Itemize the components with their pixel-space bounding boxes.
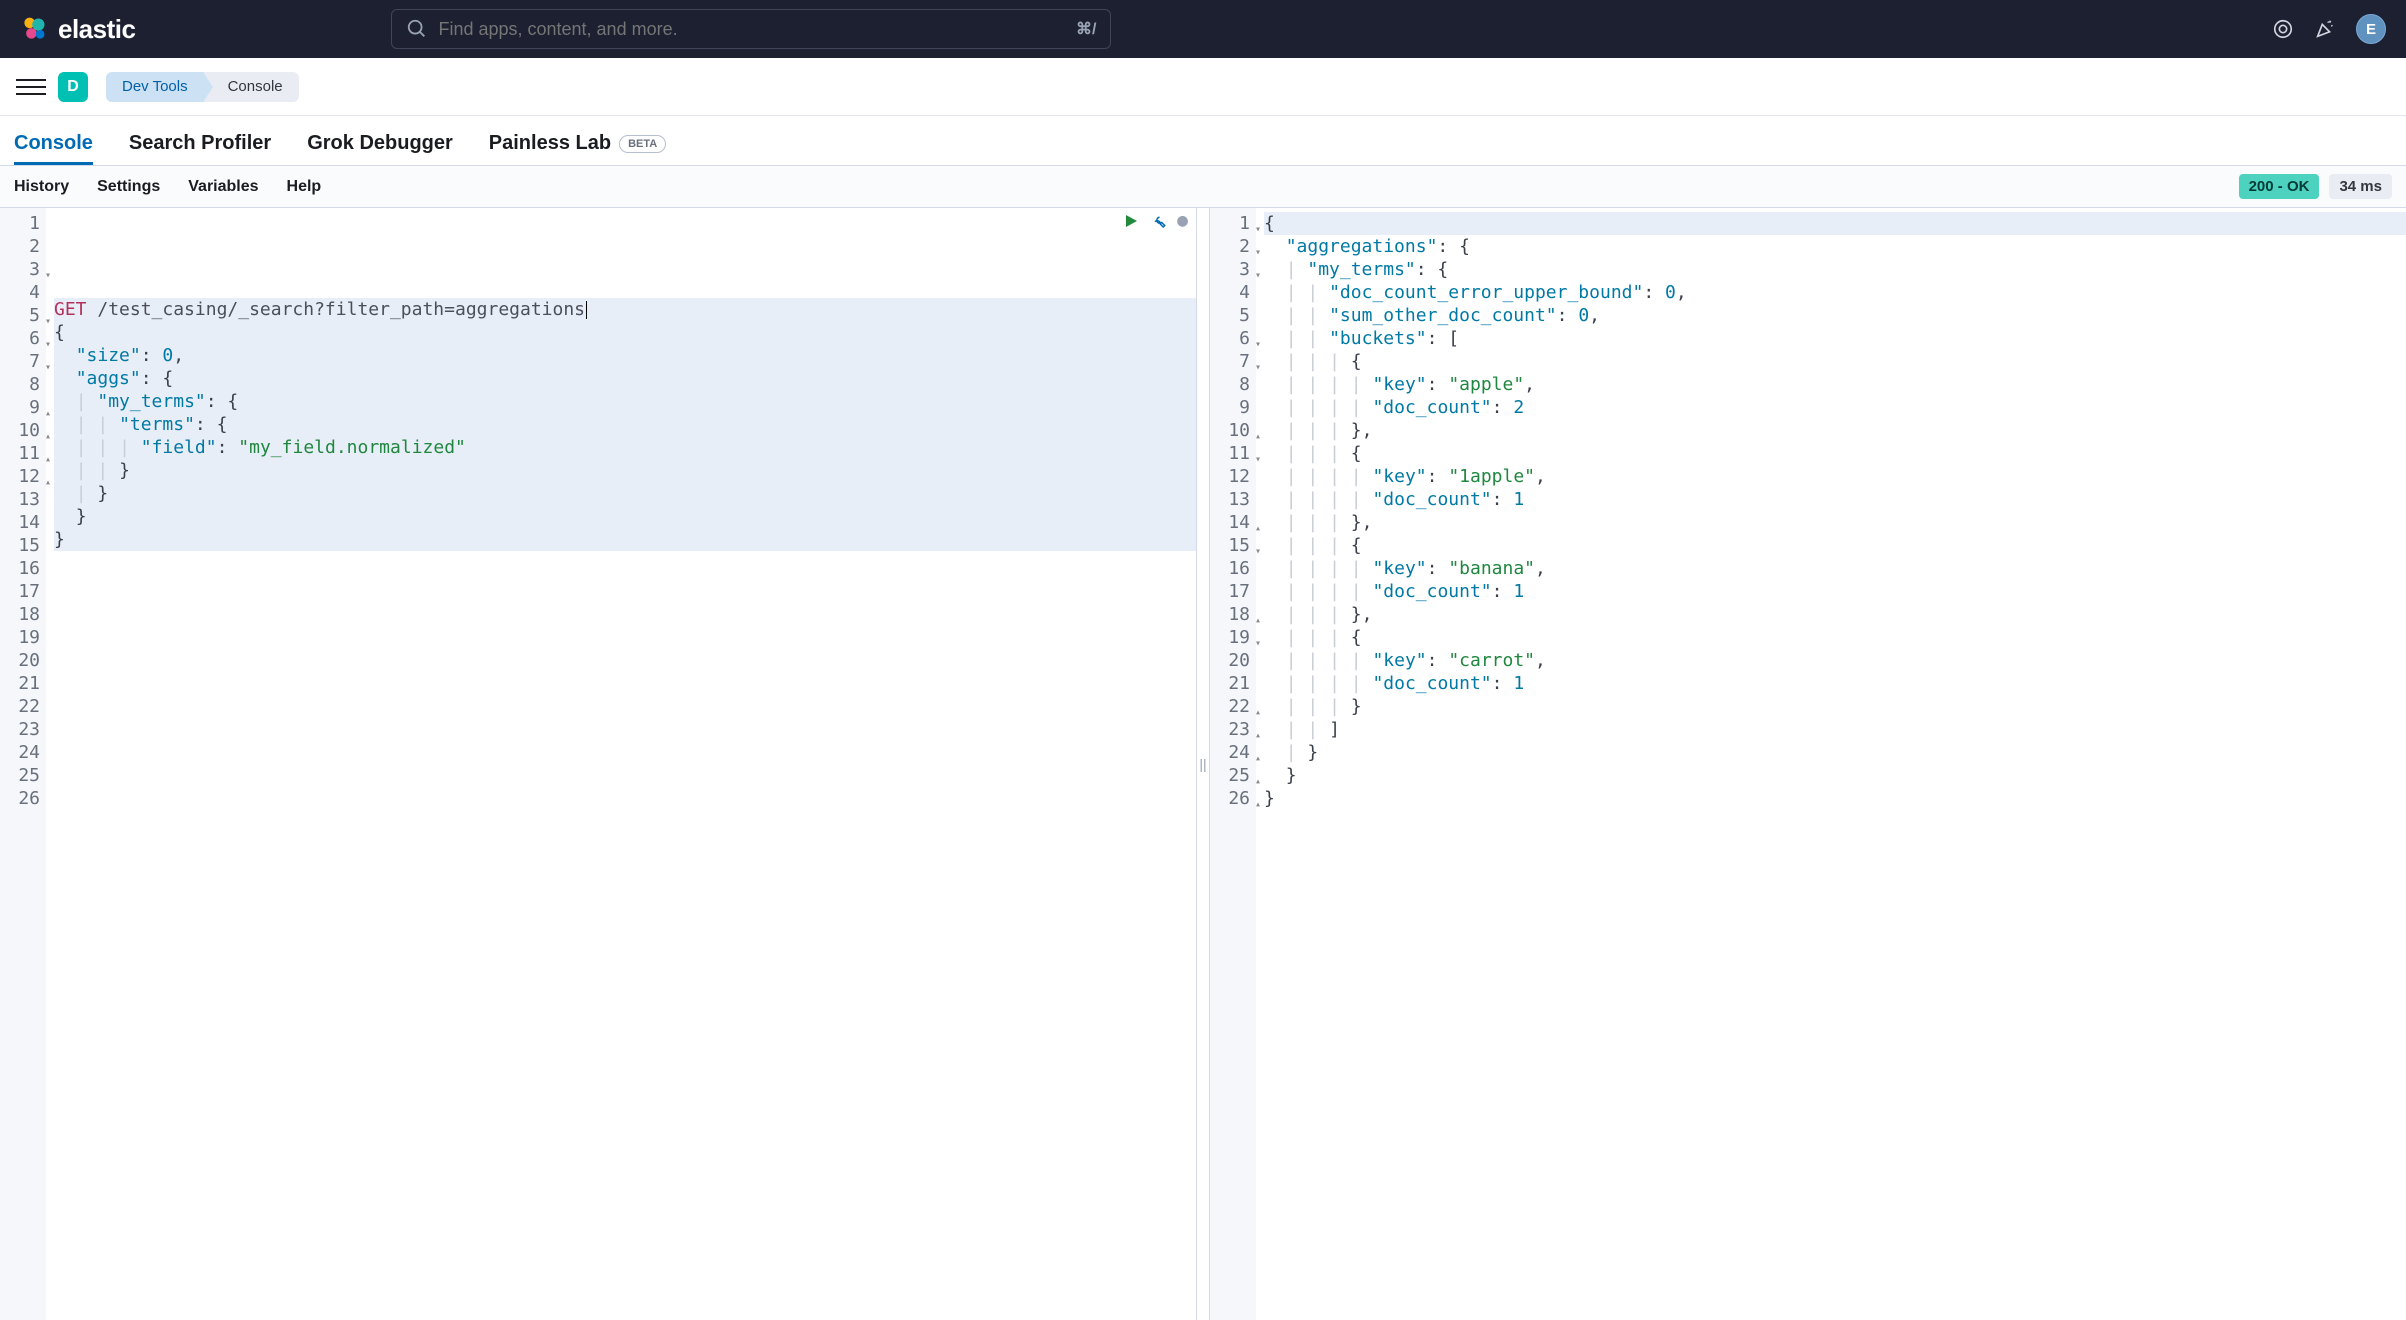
menu-history[interactable]: History	[14, 178, 69, 196]
tab-painless-lab[interactable]: Painless LabBETA	[489, 132, 666, 165]
console-menu: History Settings Variables Help 200 - OK…	[0, 166, 2406, 208]
space-selector[interactable]: D	[58, 72, 88, 102]
search-input[interactable]	[438, 19, 1066, 40]
play-icon[interactable]	[1123, 213, 1139, 229]
request-editor[interactable]: ● GET /test_casing/_search?filter_path=a…	[46, 208, 1196, 1320]
request-actions: ●	[1123, 210, 1188, 231]
tabs: Console Search Profiler Grok Debugger Pa…	[0, 116, 2406, 166]
user-avatar[interactable]: E	[2356, 14, 2386, 44]
tab-search-profiler[interactable]: Search Profiler	[129, 132, 271, 165]
response-viewer[interactable]: { "aggregations": { | "my_terms": { | | …	[1256, 208, 2406, 1320]
tab-grok-debugger[interactable]: Grok Debugger	[307, 132, 453, 165]
newsfeed-icon[interactable]	[2272, 18, 2294, 40]
pane-splitter[interactable]: ||	[1196, 208, 1210, 1320]
header-right: E	[2272, 14, 2386, 44]
menu-variables[interactable]: Variables	[188, 178, 258, 196]
logo[interactable]: elastic	[20, 14, 135, 45]
request-gutter: 123▾45▾6▾7▾89▴10▴11▴12▴13141516171819202…	[0, 208, 46, 1320]
breadcrumb-dev-tools[interactable]: Dev Tools	[106, 72, 204, 102]
breadcrumb-row: D Dev Tools Console	[0, 58, 2406, 116]
breadcrumb: Dev Tools Console	[106, 72, 299, 102]
response-time: 34 ms	[2329, 174, 2392, 199]
celebration-icon[interactable]	[2314, 18, 2336, 40]
nav-toggle-button[interactable]	[16, 72, 46, 102]
collapse-dot-icon[interactable]: ●	[1177, 210, 1188, 231]
search-icon	[406, 18, 428, 40]
response-gutter: 1▾2▾3▾456▾7▾8910▴11▾121314▴15▾161718▴19▾…	[1210, 208, 1256, 1320]
response-status: 200 - OK	[2239, 174, 2320, 199]
request-pane[interactable]: 123▾45▾6▾7▾89▴10▴11▴12▴13141516171819202…	[0, 208, 1196, 1320]
breadcrumb-console[interactable]: Console	[204, 72, 299, 102]
logo-text: elastic	[58, 14, 135, 45]
search-shortcut: ⌘/	[1076, 19, 1096, 39]
menu-settings[interactable]: Settings	[97, 178, 160, 196]
editor-split: 123▾45▾6▾7▾89▴10▴11▴12▴13141516171819202…	[0, 208, 2406, 1320]
beta-badge: BETA	[619, 135, 666, 153]
elastic-logo-icon	[20, 15, 48, 43]
menu-help[interactable]: Help	[287, 178, 322, 196]
tab-console[interactable]: Console	[14, 132, 93, 165]
response-pane: 1▾2▾3▾456▾7▾8910▴11▾121314▴15▾161718▴19▾…	[1210, 208, 2406, 1320]
wrench-icon[interactable]	[1149, 212, 1167, 230]
top-header: elastic ⌘/ E	[0, 0, 2406, 58]
global-search[interactable]: ⌘/	[391, 9, 1111, 49]
